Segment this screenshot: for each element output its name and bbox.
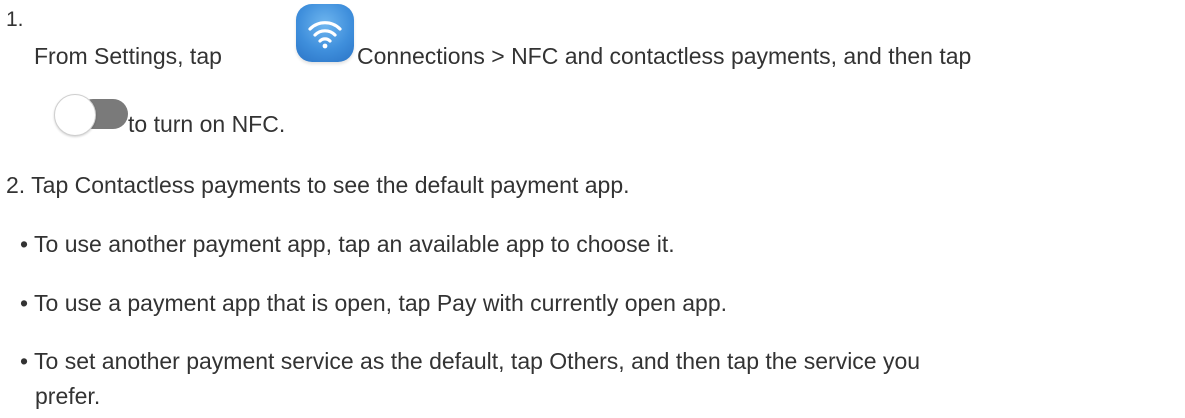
toggle-knob: [54, 94, 96, 136]
toggle-switch-icon: [50, 94, 128, 136]
step-2-text: 2. Tap Contactless payments to see the d…: [6, 172, 630, 198]
step-1-text-before-icon: From Settings, tap: [34, 43, 222, 69]
bullet-marker: •: [20, 348, 29, 374]
wifi-glyph: [308, 21, 342, 49]
bullet-marker: •: [20, 290, 29, 316]
list-item: • To use a payment app that is open, tap…: [20, 290, 727, 317]
bullet-marker: •: [20, 231, 29, 257]
list-item-text: To set another payment service as the de…: [34, 348, 921, 374]
list-item: • To set another payment service as the …: [20, 348, 920, 375]
step-1-text-after-icon: Connections > NFC and contactless paymen…: [357, 43, 972, 69]
list-item-text: To use another payment app, tap an avail…: [34, 231, 675, 257]
list-item-text-continuation: prefer.: [35, 383, 101, 409]
step-1-text-after-toggle: to turn on NFC.: [128, 111, 286, 137]
wifi-icon: [296, 4, 354, 62]
step-number-1: 1.: [6, 8, 24, 31]
list-item-text: To use a payment app that is open, tap P…: [34, 290, 728, 316]
list-item: • To use another payment app, tap an ava…: [20, 231, 675, 258]
